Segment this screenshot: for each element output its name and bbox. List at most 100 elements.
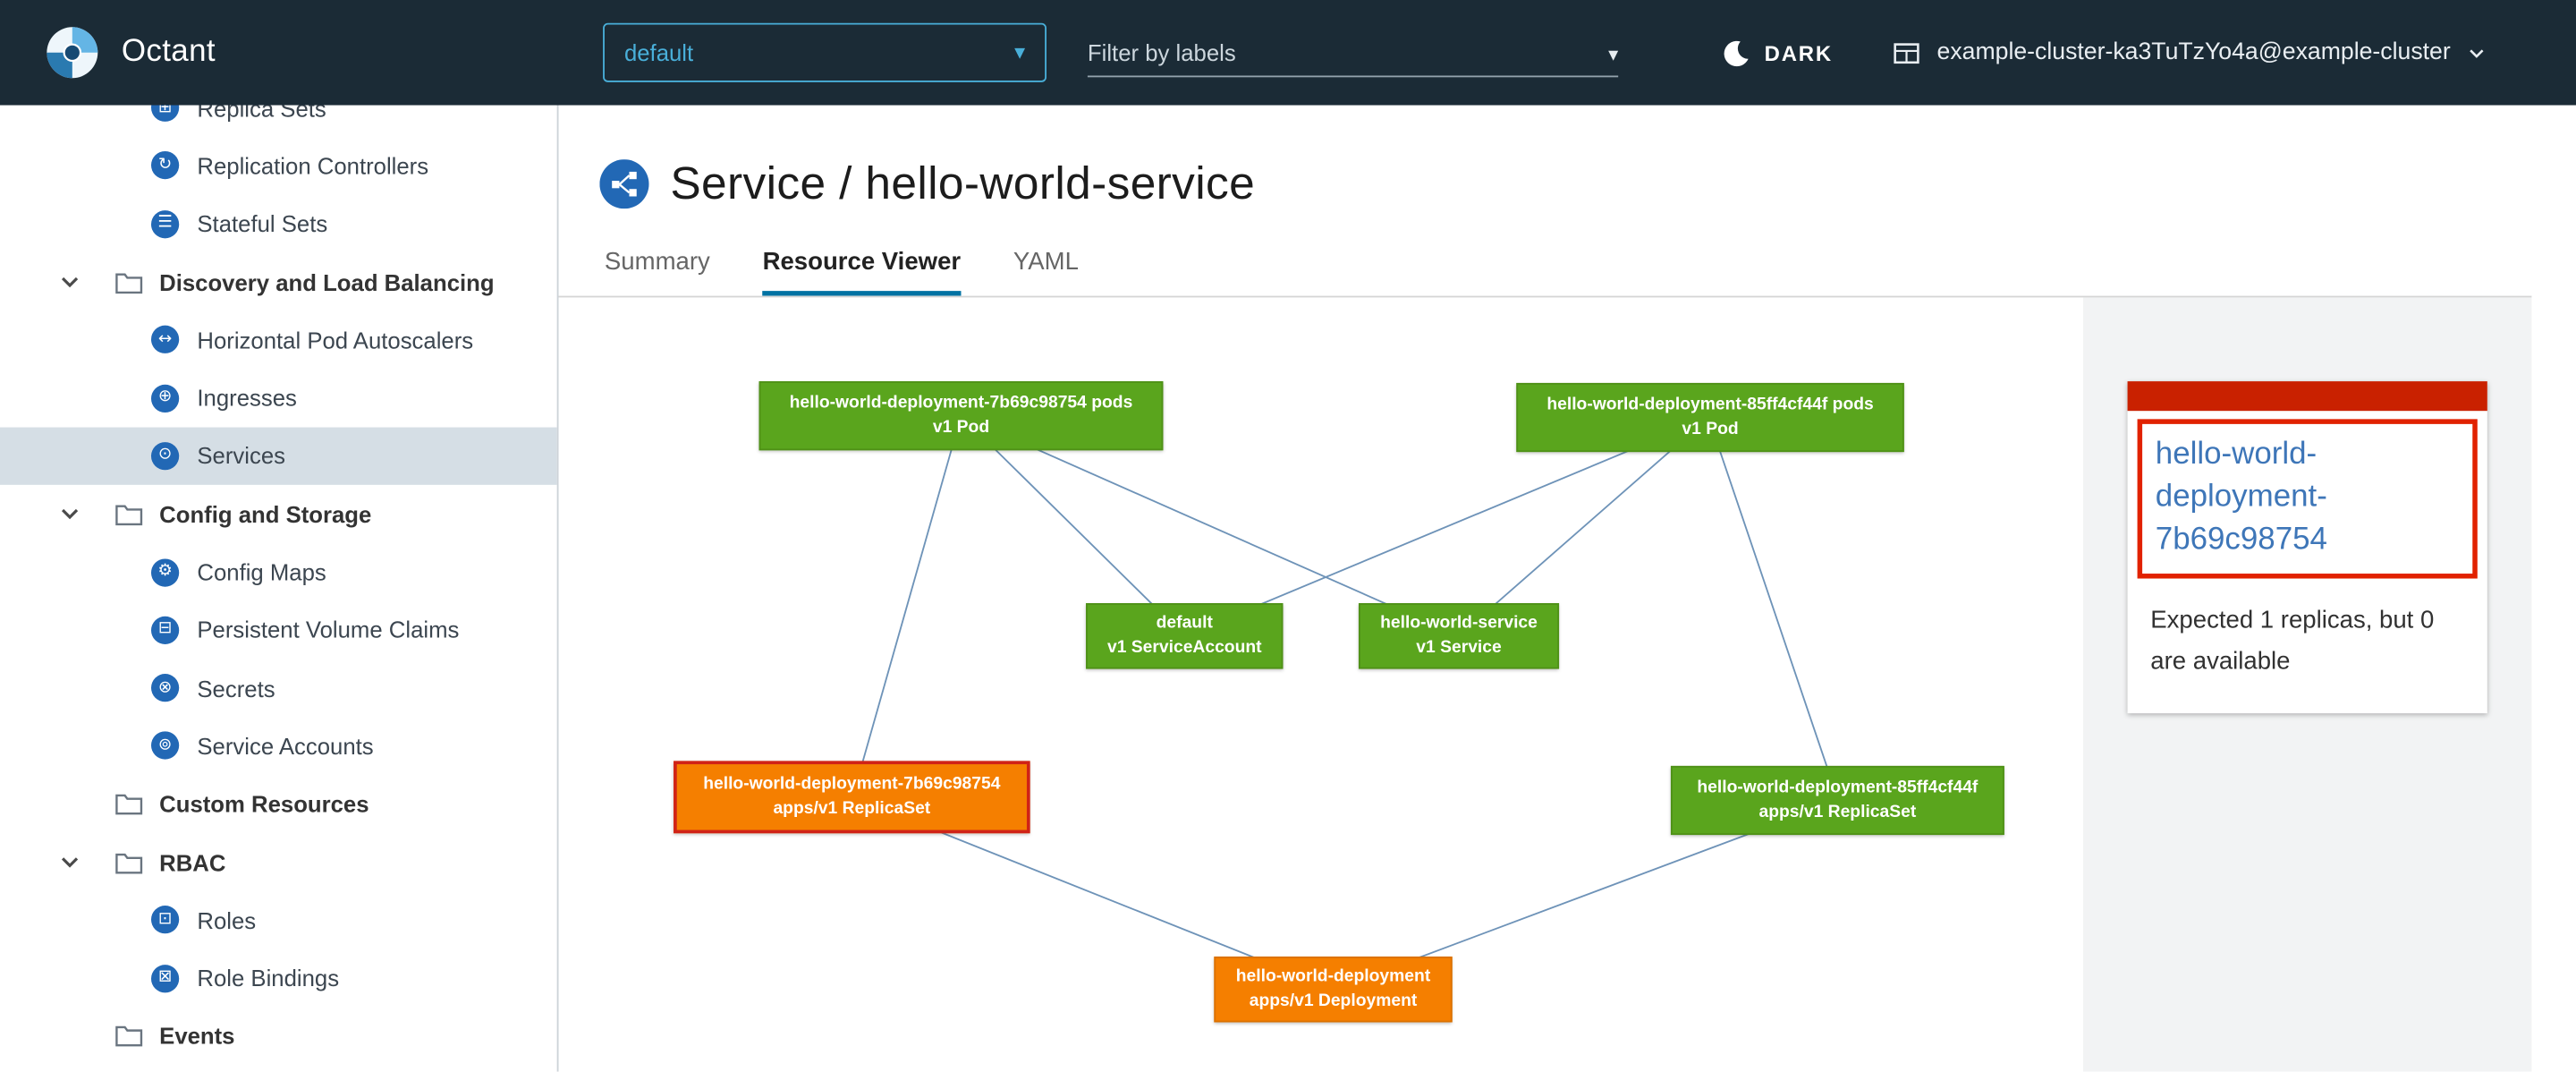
app-header: Octant default ▾ Filter by labels ▾ DARK bbox=[0, 0, 2576, 106]
node-label: hello-world-deployment bbox=[1236, 965, 1431, 990]
service-accounts-icon: ⊚ bbox=[151, 732, 179, 760]
sidebar-item-stateful-sets[interactable]: ☰ Stateful Sets bbox=[0, 195, 557, 253]
config-maps-icon: ⚙ bbox=[151, 558, 179, 586]
node-kind: v1 ServiceAccount bbox=[1107, 636, 1262, 661]
graph-node-deployment-hello-world[interactable]: hello-world-deployment apps/v1 Deploymen… bbox=[1214, 957, 1452, 1022]
theme-toggle-label: DARK bbox=[1765, 40, 1833, 65]
sidebar-item-services[interactable]: ⊙ Services bbox=[0, 427, 557, 485]
chevron-down-icon bbox=[59, 503, 82, 524]
sidebar-item-label: Config Maps bbox=[197, 559, 326, 585]
sidebar-item-horizontal-pod-autoscalers[interactable]: ↔ Horizontal Pod Autoscalers bbox=[0, 311, 557, 369]
graph-node-replicaset-85ff4cf44f[interactable]: hello-world-deployment-85ff4cf44f apps/v… bbox=[1671, 766, 2004, 835]
label-filter-input[interactable]: Filter by labels ▾ bbox=[1088, 28, 1618, 77]
cluster-label: example-cluster-ka3TuTzYo4a@example-clus… bbox=[1937, 39, 2451, 65]
cluster-icon bbox=[1893, 38, 1920, 66]
replication-controllers-icon: ↻ bbox=[151, 152, 179, 180]
status-error-bar bbox=[2128, 381, 2487, 411]
graph-node-serviceaccount-default[interactable]: default v1 ServiceAccount bbox=[1086, 603, 1283, 668]
label-filter-placeholder: Filter by labels bbox=[1088, 39, 1236, 65]
sidebar-group-custom-resources[interactable]: Custom Resources bbox=[0, 775, 557, 833]
caret-down-icon: ▾ bbox=[1014, 40, 1025, 65]
brand: Octant bbox=[46, 0, 215, 106]
app-title: Octant bbox=[122, 35, 216, 71]
node-label: hello-world-deployment-7b69c98754 pods bbox=[790, 391, 1133, 416]
node-kind: apps/v1 Deployment bbox=[1250, 990, 1418, 1015]
sidebar-group-discovery-and-load-balancing[interactable]: Discovery and Load Balancing bbox=[0, 253, 557, 311]
node-label: default bbox=[1157, 611, 1213, 636]
resource-viewer-content: hello-world-deployment-7b69c98754 pods v… bbox=[558, 297, 2576, 1071]
replica-sets-icon: ⊞ bbox=[151, 106, 179, 123]
sidebar-item-roles[interactable]: ⊡ Roles bbox=[0, 891, 557, 949]
graph-node-pod-85ff4cf44f[interactable]: hello-world-deployment-85ff4cf44f pods v… bbox=[1516, 383, 1903, 452]
status-card: hello-world-deployment-7b69c98754 Expect… bbox=[2128, 381, 2487, 712]
service-icon bbox=[599, 159, 648, 208]
sidebar-item-label: Secrets bbox=[197, 675, 275, 701]
sidebar-item-role-bindings[interactable]: ⊠ Role Bindings bbox=[0, 949, 557, 1008]
tab-resource-viewer[interactable]: Resource Viewer bbox=[763, 248, 962, 295]
sidebar-group-label: Custom Resources bbox=[159, 791, 369, 817]
graph-edge bbox=[852, 416, 961, 797]
folder-icon bbox=[115, 1025, 143, 1048]
tab-summary[interactable]: Summary bbox=[605, 248, 710, 295]
node-label: hello-world-service bbox=[1380, 611, 1538, 636]
sidebar-item-label: Ingresses bbox=[197, 385, 296, 411]
selected-node-title[interactable]: hello-world-deployment-7b69c98754 bbox=[2156, 438, 2327, 558]
node-kind: apps/v1 ReplicaSet bbox=[773, 797, 930, 822]
sidebar-item-label: Services bbox=[197, 443, 285, 469]
sidebar-group-label: RBAC bbox=[159, 849, 225, 875]
sidebar-item-secrets[interactable]: ⊗ Secrets bbox=[0, 659, 557, 717]
services-icon: ⊙ bbox=[151, 442, 179, 470]
theme-toggle-dark[interactable]: DARK bbox=[1722, 0, 1833, 106]
tab-bar: Summary Resource Viewer YAML bbox=[558, 224, 2531, 298]
node-label: hello-world-deployment-85ff4cf44f bbox=[1697, 776, 1978, 801]
graph-node-pod-7b69c98754[interactable]: hello-world-deployment-7b69c98754 pods v… bbox=[759, 381, 1164, 450]
folder-icon bbox=[115, 270, 143, 294]
sidebar-group-config-and-storage[interactable]: Config and Storage bbox=[0, 485, 557, 543]
status-message: Expected 1 replicas, but 0 are available bbox=[2128, 586, 2487, 712]
node-kind: v1 Service bbox=[1416, 636, 1501, 661]
sidebar-item-persistent-volume-claims[interactable]: ⊟ Persistent Volume Claims bbox=[0, 601, 557, 659]
secrets-icon: ⊗ bbox=[151, 674, 179, 702]
sidebar-group-events[interactable]: Events bbox=[0, 1007, 557, 1065]
sidebar-item-label: Replication Controllers bbox=[197, 153, 428, 179]
octant-app: Octant default ▾ Filter by labels ▾ DARK bbox=[0, 0, 2576, 1072]
sidebar-item-config-maps[interactable]: ⚙ Config Maps bbox=[0, 543, 557, 601]
sidebar-item-service-accounts[interactable]: ⊚ Service Accounts bbox=[0, 717, 557, 775]
selected-node-title-box: hello-world-deployment-7b69c98754 bbox=[2138, 419, 2478, 578]
sidebar-group-rbac[interactable]: RBAC bbox=[0, 833, 557, 891]
node-kind: apps/v1 ReplicaSet bbox=[1758, 800, 1916, 825]
graph-node-replicaset-7b69c98754[interactable]: hello-world-deployment-7b69c98754 apps/v… bbox=[674, 761, 1030, 833]
folder-icon bbox=[115, 851, 143, 874]
horizontal-pod-autoscalers-icon: ↔ bbox=[151, 326, 179, 353]
namespace-selected-value: default bbox=[624, 39, 693, 65]
node-label: hello-world-deployment-85ff4cf44f pods bbox=[1546, 393, 1873, 418]
sidebar-item-ingresses[interactable]: ⊕ Ingresses bbox=[0, 369, 557, 427]
sidebar-item-replica-sets[interactable]: ⊞ Replica Sets bbox=[0, 106, 557, 137]
chevron-down-icon bbox=[2467, 44, 2485, 62]
ingresses-icon: ⊕ bbox=[151, 384, 179, 412]
node-detail-panel: hello-world-deployment-7b69c98754 Expect… bbox=[2083, 297, 2531, 1071]
node-label: hello-world-deployment-7b69c98754 bbox=[703, 772, 1000, 797]
folder-icon bbox=[115, 793, 143, 816]
chevron-down-icon bbox=[59, 271, 82, 293]
tab-yaml[interactable]: YAML bbox=[1013, 248, 1079, 295]
graph-edge bbox=[1708, 418, 1838, 801]
sidebar-item-label: Replica Sets bbox=[197, 106, 326, 122]
cluster-selector[interactable]: example-cluster-ka3TuTzYo4a@example-clus… bbox=[1893, 0, 2485, 106]
sidebar-group-label: Config and Storage bbox=[159, 501, 371, 527]
sidebar-group-label: Events bbox=[159, 1023, 234, 1049]
sidebar-item-label: Horizontal Pod Autoscalers bbox=[197, 327, 473, 353]
sidebar-item-replication-controllers[interactable]: ↻ Replication Controllers bbox=[0, 137, 557, 195]
role-bindings-icon: ⊠ bbox=[151, 964, 179, 991]
moon-icon bbox=[1722, 38, 1750, 66]
octant-logo bbox=[46, 26, 98, 79]
namespace-selector[interactable]: default ▾ bbox=[603, 23, 1046, 82]
sidebar-item-label: Role Bindings bbox=[197, 965, 339, 991]
sidebar: ⊞ Replica Sets ↻ Replication Controllers… bbox=[0, 106, 558, 1072]
graph-node-service-hello-world[interactable]: hello-world-service v1 Service bbox=[1359, 603, 1559, 668]
resource-graph: hello-world-deployment-7b69c98754 pods v… bbox=[558, 297, 2082, 1071]
sidebar-item-label: Roles bbox=[197, 907, 256, 933]
folder-icon bbox=[115, 503, 143, 526]
sidebar-item-label: Persistent Volume Claims bbox=[197, 617, 459, 642]
chevron-down-icon bbox=[59, 851, 82, 872]
